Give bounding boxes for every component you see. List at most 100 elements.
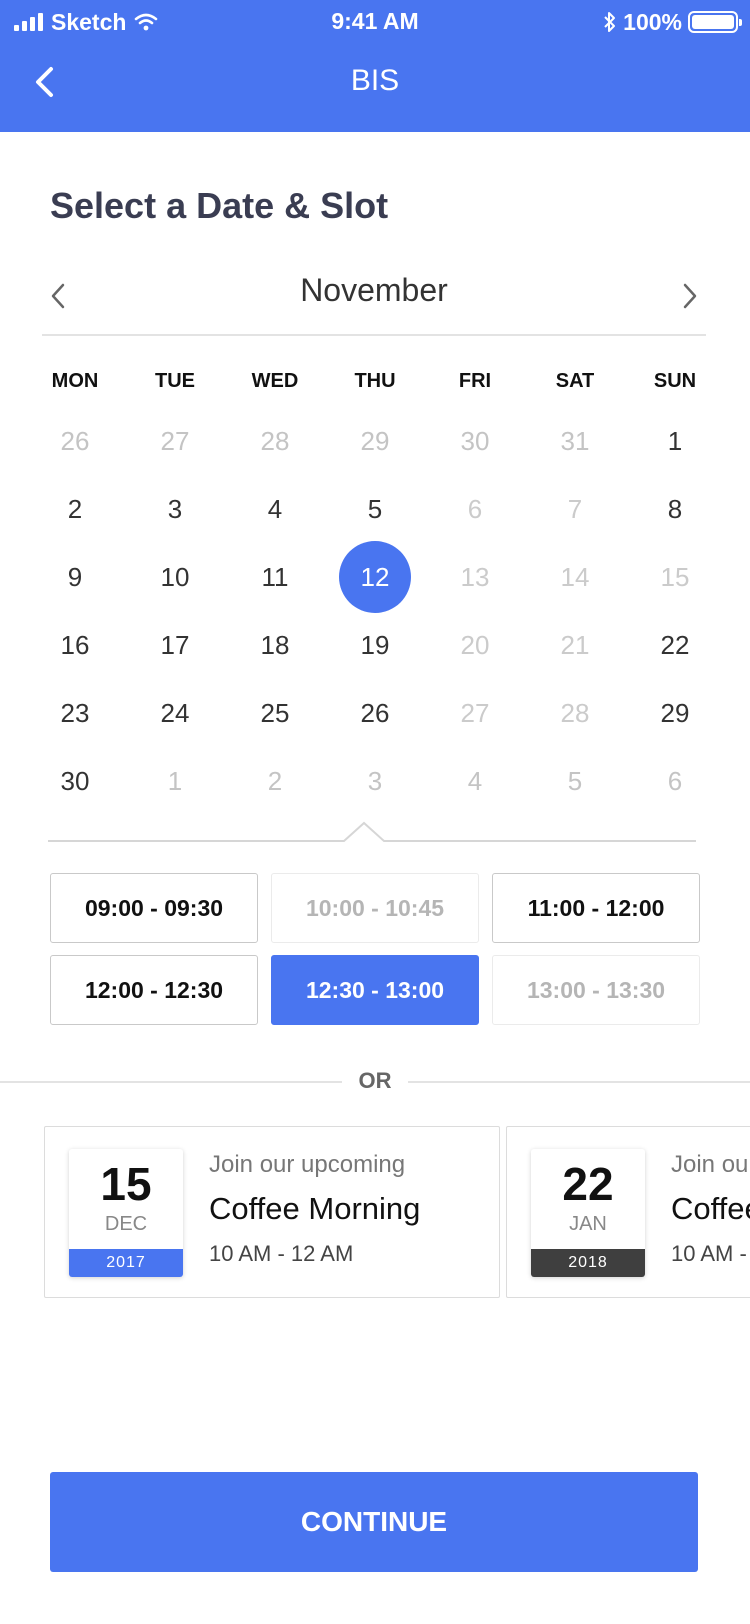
calendar-day[interactable]: 17 bbox=[125, 611, 225, 679]
calendar-day[interactable]: 9 bbox=[25, 543, 125, 611]
calendar-day-number: 30 bbox=[460, 425, 490, 456]
calendar-day[interactable]: 19 bbox=[325, 611, 425, 679]
calendar-day[interactable]: 1 bbox=[625, 407, 725, 475]
calendar-day-number: 24 bbox=[160, 697, 190, 728]
calendar-grid: MON TUE WED THU FRI SAT SUN 26 27 28 29 30 31 1 2 3 4 5 6… bbox=[25, 355, 725, 815]
calendar-day: 3 bbox=[325, 747, 425, 815]
event-day: 22 bbox=[562, 1158, 614, 1210]
calendar-day-number: 16 bbox=[60, 629, 90, 660]
month-label: November bbox=[300, 272, 448, 308]
calendar-day[interactable]: 4 bbox=[225, 475, 325, 543]
calendar-day-number: 5 bbox=[367, 493, 383, 524]
calendar-day: 13 bbox=[425, 543, 525, 611]
event-title: Coffee Morning bbox=[209, 1191, 421, 1226]
calendar-day: 28 bbox=[225, 407, 325, 475]
calendar-day-number: 8 bbox=[667, 493, 683, 524]
calendar-week-row: 9 10 11 12 13 14 15 bbox=[25, 541, 725, 613]
time-slot-unavailable: 10:00 - 10:45 bbox=[271, 873, 479, 943]
calendar-day: 6 bbox=[625, 747, 725, 815]
calendar-day[interactable]: 3 bbox=[125, 475, 225, 543]
calendar-day[interactable]: 10 bbox=[125, 543, 225, 611]
event-month: JAN bbox=[569, 1213, 607, 1235]
calendar-day[interactable]: 30 bbox=[25, 747, 125, 815]
calendar-day: 1 bbox=[125, 747, 225, 815]
calendar-day-number: 3 bbox=[367, 765, 383, 796]
calendar-day[interactable]: 26 bbox=[325, 679, 425, 747]
calendar-day: 2 bbox=[225, 747, 325, 815]
calendar-day[interactable]: 18 bbox=[225, 611, 325, 679]
time-slot-selected[interactable]: 12:30 - 13:00 bbox=[271, 955, 479, 1025]
calendar-day-number: 20 bbox=[460, 629, 490, 660]
calendar-day: 5 bbox=[525, 747, 625, 815]
calendar-day-number: 26 bbox=[60, 425, 90, 456]
calendar-day[interactable]: 11 bbox=[225, 543, 325, 611]
calendar-day[interactable]: 16 bbox=[25, 611, 125, 679]
app-header: Sketch 9:41 AM 100% BIS bbox=[0, 0, 750, 132]
calendar-day-number: 10 bbox=[160, 561, 190, 592]
event-date-tile: 15 DEC 2017 bbox=[69, 1149, 183, 1277]
calendar-day: 20 bbox=[425, 611, 525, 679]
calendar-day: 27 bbox=[125, 407, 225, 475]
calendar-weeks: 26 27 28 29 30 31 1 2 3 4 5 6 7 8 9 10 11 12 13 14 15 16 17 18 1… bbox=[25, 407, 725, 815]
calendar-day-number: 11 bbox=[261, 561, 289, 592]
battery-icon bbox=[688, 11, 742, 33]
calendar-day-number: 2 bbox=[67, 493, 83, 524]
calendar-day[interactable]: 29 bbox=[625, 679, 725, 747]
event-card[interactable]: 22 JAN 2018 Join our upcoming Coffee Morning… bbox=[506, 1126, 750, 1298]
battery-percent: 100% bbox=[623, 8, 682, 35]
calendar-day-number: 15 bbox=[660, 561, 690, 592]
weekday-label: FRI bbox=[458, 369, 492, 392]
calendar-week-row: 23 24 25 26 27 28 29 bbox=[25, 679, 725, 747]
event-card[interactable]: 15 DEC 2017 Join our upcoming Coffee Morning… bbox=[44, 1126, 500, 1298]
calendar-day-number: 25 bbox=[260, 697, 290, 728]
calendar-day-number: 22 bbox=[660, 629, 690, 660]
events-carousel[interactable]: 15 DEC 2017 Join our upcoming Coffee Morning… bbox=[44, 1126, 750, 1298]
event-date-tile: 22 JAN 2018 bbox=[531, 1149, 645, 1277]
bluetooth-icon bbox=[604, 12, 616, 32]
calendar-day: 7 bbox=[525, 475, 625, 543]
calendar-day-number: 26 bbox=[360, 697, 390, 728]
time-slot-unavailable: 13:00 - 13:30 bbox=[492, 955, 700, 1025]
calendar-day-number: 3 bbox=[167, 493, 183, 524]
calendar-day: 26 bbox=[25, 407, 125, 475]
calendar-day-number: 18 bbox=[260, 629, 290, 660]
event-details: Join our upcoming Coffee Morning 10 AM - 1… bbox=[209, 1151, 489, 1267]
calendar-day[interactable]: 24 bbox=[125, 679, 225, 747]
calendar-day: 4 bbox=[425, 747, 525, 815]
calendar-day: 15 bbox=[625, 543, 725, 611]
calendar-day: 28 bbox=[525, 679, 625, 747]
calendar-day[interactable]: 23 bbox=[25, 679, 125, 747]
time-slot[interactable]: 09:00 - 09:30 bbox=[50, 873, 258, 943]
time-slot[interactable]: 11:00 - 12:00 bbox=[492, 873, 700, 943]
nav-bar: BIS bbox=[0, 44, 750, 132]
calendar-day-number: 4 bbox=[267, 493, 283, 524]
weekday-label: WED bbox=[251, 369, 299, 392]
weekday-label: SAT bbox=[555, 369, 595, 392]
event-year: 2018 bbox=[531, 1249, 645, 1277]
event-day: 15 bbox=[100, 1158, 152, 1210]
calendar-day-number: 21 bbox=[560, 629, 590, 660]
calendar-day-number: 29 bbox=[660, 697, 690, 728]
calendar-day-number: 6 bbox=[667, 765, 683, 796]
weekday-header-row: MON TUE WED THU FRI SAT SUN bbox=[25, 355, 725, 407]
calendar-day-selected[interactable]: 12 bbox=[325, 541, 425, 613]
calendar-day[interactable]: 2 bbox=[25, 475, 125, 543]
weekday-label: TUE bbox=[155, 369, 195, 392]
calendar-day-number: 12 bbox=[360, 561, 390, 592]
event-title: Coffee Morning bbox=[671, 1191, 750, 1226]
continue-button[interactable]: CONTINUE bbox=[50, 1472, 698, 1572]
weekday-label: THU bbox=[354, 369, 396, 392]
calendar-day: 30 bbox=[425, 407, 525, 475]
event-time: 10 AM - 12 AM bbox=[209, 1241, 354, 1266]
calendar-day[interactable]: 8 bbox=[625, 475, 725, 543]
calendar-day: 21 bbox=[525, 611, 625, 679]
calendar-day[interactable]: 5 bbox=[325, 475, 425, 543]
calendar-day[interactable]: 25 bbox=[225, 679, 325, 747]
calendar-day-number: 2 bbox=[267, 765, 283, 796]
calendar-day[interactable]: 22 bbox=[625, 611, 725, 679]
next-month-button[interactable] bbox=[674, 276, 706, 316]
nav-title: BIS bbox=[350, 64, 400, 97]
calendar-week-row: 30 1 2 3 4 5 6 bbox=[25, 747, 725, 815]
time-slot[interactable]: 12:00 - 12:30 bbox=[50, 955, 258, 1025]
calendar-day-number: 6 bbox=[467, 493, 483, 524]
